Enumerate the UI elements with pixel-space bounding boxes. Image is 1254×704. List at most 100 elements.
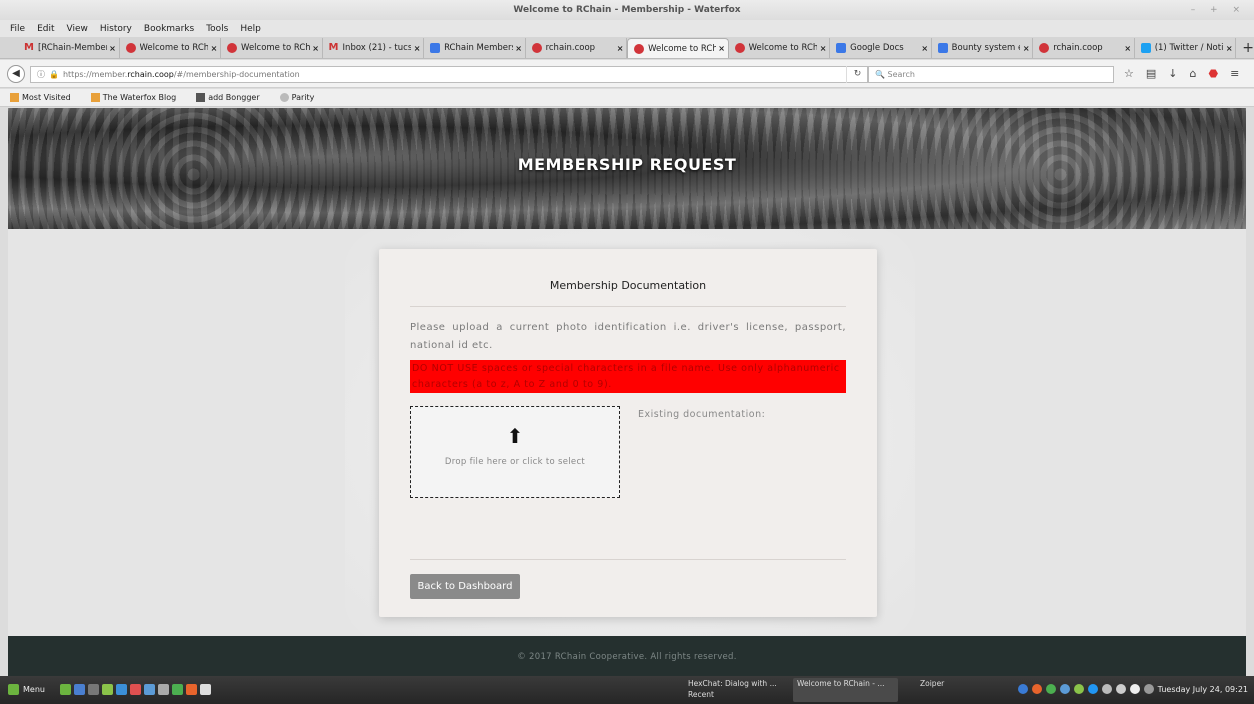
bookmark-add-bongger[interactable]: add Bongger <box>196 93 269 102</box>
hexchat-icon[interactable] <box>186 684 197 695</box>
shield-icon[interactable] <box>1059 684 1070 694</box>
menu-help[interactable]: Help <box>240 24 261 34</box>
menu-view[interactable]: View <box>67 24 88 34</box>
bookmark-waterfox-blog[interactable]: The Waterfox Blog <box>90 93 187 102</box>
browser-tab[interactable]: Google Docs × <box>830 38 932 58</box>
info-icon[interactable]: ⓘ <box>37 69 45 80</box>
browser-tab[interactable]: RChain Members × <box>424 38 526 58</box>
screenshot-icon[interactable] <box>200 684 211 695</box>
wifi-icon[interactable] <box>1129 684 1140 694</box>
close-icon[interactable]: × <box>1020 44 1032 53</box>
task-waterfox[interactable]: Welcome to RChain - ... <box>793 678 898 702</box>
tray-icon[interactable] <box>1101 684 1112 694</box>
browser-tab[interactable]: Welcome to RCh × <box>120 38 222 58</box>
reading-list-icon[interactable]: ▤ <box>1146 67 1156 80</box>
browser-tab[interactable]: rchain.coop × <box>1033 38 1135 58</box>
close-icon[interactable]: × <box>310 44 322 53</box>
rchain-icon <box>125 43 136 53</box>
bluetooth-icon[interactable] <box>1087 684 1098 694</box>
browser-tab[interactable]: rchain.coop × <box>526 38 628 58</box>
close-icon[interactable]: × <box>1122 44 1134 53</box>
menu-bookmarks[interactable]: Bookmarks <box>144 24 194 34</box>
bookmark-most-visited[interactable]: Most Visited <box>10 93 81 102</box>
brightness-icon[interactable] <box>1143 684 1154 694</box>
menu-tools[interactable]: Tools <box>206 24 228 34</box>
tab-label: Inbox (21) - tucso <box>342 43 412 53</box>
tray-icon[interactable] <box>1073 684 1084 694</box>
rchain-icon <box>634 43 645 54</box>
user-icon[interactable] <box>1115 684 1126 694</box>
home-icon[interactable]: ⌂ <box>1190 67 1197 80</box>
rchain-icon <box>531 43 542 53</box>
waterfox-icon[interactable] <box>116 684 127 695</box>
menu-history[interactable]: History <box>100 24 132 34</box>
membership-card: Membership Documentation Please upload a… <box>379 249 877 617</box>
close-icon[interactable]: × <box>614 44 626 53</box>
close-icon[interactable]: × <box>716 44 728 53</box>
close-icon[interactable]: × <box>513 44 525 53</box>
page-footer: © 2017 RChain Cooperative. All rights re… <box>8 636 1246 676</box>
tray-icon[interactable] <box>1017 684 1028 694</box>
task-label: Welcome to RChain - ... <box>797 679 885 688</box>
firefox-icon[interactable] <box>74 684 85 695</box>
bookmark-star-icon[interactable]: ☆ <box>1124 67 1134 80</box>
window-title: Welcome to RChain - Membership - Waterfo… <box>513 5 741 15</box>
file-dropzone[interactable]: ⬆ Drop file here or click to select <box>410 406 620 498</box>
task-hexchat[interactable]: HexChat: Dialog with ... Recent <box>684 678 789 702</box>
download-icon[interactable]: ↓ <box>1168 67 1177 80</box>
folder-icon <box>10 93 19 102</box>
browser-tab[interactable]: (1) Twitter / Notif × <box>1135 38 1237 58</box>
browser-tab-active[interactable]: Welcome to RCh × <box>627 38 729 58</box>
back-to-dashboard-button[interactable]: Back to Dashboard <box>410 574 520 599</box>
url-path: /#/membership-documentation <box>173 70 300 79</box>
tray-icon[interactable] <box>1031 684 1042 694</box>
reload-icon[interactable]: ↻ <box>846 66 868 83</box>
show-desktop-icon[interactable] <box>60 684 71 695</box>
mint-menu-icon <box>8 684 19 695</box>
back-arrow-icon[interactable]: ◀ <box>7 65 25 83</box>
search-input[interactable]: 🔍 Search <box>868 66 1114 83</box>
lock-icon: 🔒 <box>49 70 59 79</box>
terminal-icon[interactable] <box>88 684 99 695</box>
browser-tab[interactable]: M [RChain-Member × <box>18 38 120 58</box>
close-icon[interactable]: × <box>208 44 220 53</box>
close-icon[interactable]: × <box>919 44 931 53</box>
monitor-icon[interactable] <box>144 684 155 695</box>
tab-label: (1) Twitter / Notif <box>1154 43 1224 53</box>
task-label: Recent <box>688 690 714 699</box>
bookmark-label: The Waterfox Blog <box>102 93 177 102</box>
check-icon[interactable] <box>172 684 183 695</box>
menu-file[interactable]: File <box>10 24 25 34</box>
url-bar[interactable]: ⓘ 🔒 https://member. rchain.coop/#/members… <box>30 66 868 83</box>
filename-warning: DO NOT USE spaces or special characters … <box>410 360 846 393</box>
start-menu-button[interactable]: Menu <box>8 684 45 695</box>
browser-tab[interactable]: Welcome to RCh × <box>729 38 831 58</box>
tray-icon[interactable] <box>1045 684 1056 694</box>
browser-tab[interactable]: Bounty system e × <box>932 38 1034 58</box>
browser-tab[interactable]: M Inbox (21) - tucso × <box>323 38 425 58</box>
files-icon[interactable] <box>102 684 113 695</box>
upload-instructions: Please upload a current photo identifica… <box>410 322 846 351</box>
new-tab-icon[interactable]: + <box>1242 38 1254 58</box>
card-title: Membership Documentation <box>549 279 707 292</box>
close-icon[interactable]: × <box>817 44 829 53</box>
task-label: Zoiper <box>920 679 945 688</box>
window-controls[interactable]: – + × <box>1191 0 1246 20</box>
task-zoiper[interactable]: Zoiper <box>902 678 1007 702</box>
tab-label: Google Docs <box>850 43 904 53</box>
bookmark-label: add Bongger <box>208 93 260 102</box>
hamburger-menu-icon[interactable]: ≡ <box>1230 67 1239 80</box>
menu-edit[interactable]: Edit <box>37 24 54 34</box>
editor-icon[interactable] <box>158 684 169 695</box>
clock[interactable]: Tuesday July 24, 09:21 <box>1158 685 1248 694</box>
app-icon[interactable] <box>130 684 141 695</box>
bookmark-parity[interactable]: Parity <box>279 93 325 102</box>
search-icon: 🔍 <box>875 70 888 79</box>
close-icon[interactable]: × <box>411 44 423 53</box>
close-icon[interactable]: × <box>107 44 119 53</box>
close-icon[interactable]: × <box>1223 44 1235 53</box>
browser-tab[interactable]: Welcome to RCh × <box>221 38 323 58</box>
quick-launch <box>60 684 214 695</box>
parity-icon <box>279 93 289 102</box>
adblock-icon[interactable]: ⬣ <box>1208 67 1218 80</box>
